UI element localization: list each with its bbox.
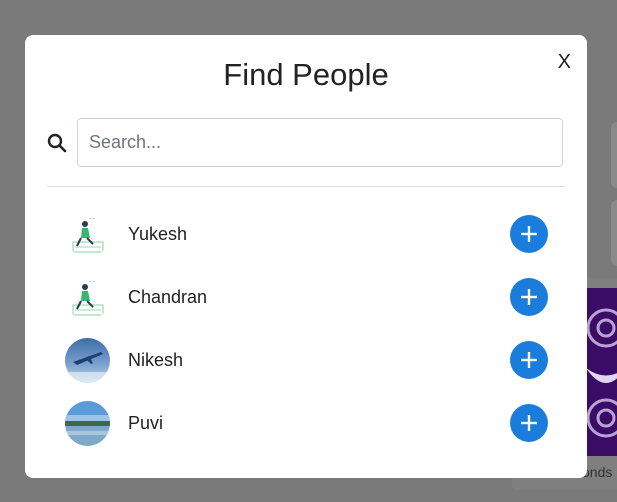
person-name: Chandran bbox=[128, 287, 208, 307]
add-friend-button[interactable] bbox=[510, 341, 548, 379]
background-card bbox=[611, 122, 617, 188]
search-bar bbox=[47, 118, 565, 168]
svg-text:~~: ~~ bbox=[89, 279, 96, 284]
list-item: ~~ Yukesh bbox=[65, 212, 548, 275]
avatar[interactable] bbox=[65, 338, 110, 383]
list-item: ~~ Chandran bbox=[65, 275, 548, 338]
person-name: Puvi bbox=[128, 413, 164, 433]
modal-title: Find People bbox=[223, 57, 389, 92]
avatar[interactable]: ~~ bbox=[65, 275, 110, 320]
search-input[interactable] bbox=[77, 118, 563, 167]
add-friend-button[interactable] bbox=[510, 278, 548, 316]
svg-text:~~: ~~ bbox=[89, 216, 96, 221]
plus-icon bbox=[521, 352, 537, 368]
plus-icon bbox=[521, 226, 537, 242]
person-name: Nikesh bbox=[128, 350, 184, 370]
find-people-modal: X Find People ~~ Yukesh bbox=[25, 35, 587, 478]
add-friend-button[interactable] bbox=[510, 215, 548, 253]
plus-icon bbox=[521, 415, 537, 431]
person-name: Yukesh bbox=[128, 224, 188, 244]
search-icon bbox=[47, 133, 67, 153]
divider bbox=[47, 186, 565, 187]
avatar[interactable] bbox=[65, 401, 110, 446]
avatar[interactable]: ~~ bbox=[65, 212, 110, 257]
list-item: Nikesh bbox=[65, 338, 548, 401]
background-post-image bbox=[586, 288, 617, 456]
plus-icon bbox=[521, 289, 537, 305]
add-friend-button[interactable] bbox=[510, 404, 548, 442]
list-item: Puvi bbox=[65, 401, 548, 464]
background-card bbox=[611, 200, 617, 266]
people-list: ~~ Yukesh ~~ Chandran Nikesh Puvi bbox=[65, 212, 548, 464]
